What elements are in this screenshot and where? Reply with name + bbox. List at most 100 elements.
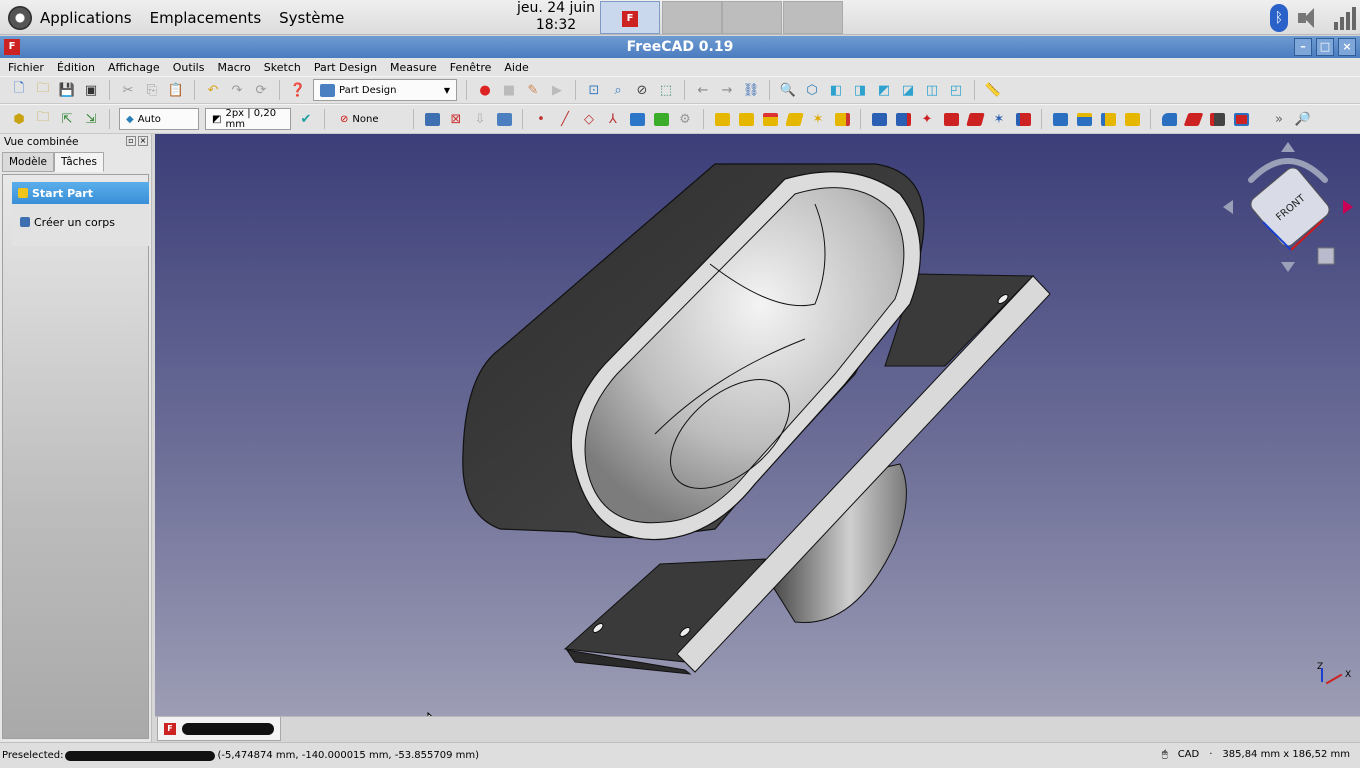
- link-icon[interactable]: ⛓: [742, 81, 760, 99]
- measure-icon[interactable]: 📏: [984, 81, 1002, 99]
- taskbar-button-3[interactable]: [722, 1, 782, 34]
- left-view-icon[interactable]: ◰: [947, 81, 965, 99]
- menu-edition[interactable]: Édition: [57, 61, 95, 74]
- menu-places[interactable]: Emplacements: [150, 9, 262, 27]
- 3d-view[interactable]: FRONT Z X: [155, 134, 1360, 716]
- subtractive-loft-icon[interactable]: [942, 110, 960, 128]
- groove-icon[interactable]: ✦: [918, 110, 936, 128]
- bluetooth-icon[interactable]: ᛒ: [1270, 4, 1288, 32]
- taskbar-button-2[interactable]: [662, 1, 722, 34]
- create-body-link[interactable]: Créer un corps: [12, 204, 149, 240]
- local-cs-icon[interactable]: ⅄: [604, 110, 622, 128]
- subshape-binder-icon[interactable]: [652, 110, 670, 128]
- mirrored-icon[interactable]: [1051, 110, 1069, 128]
- paste-icon[interactable]: 📋: [167, 81, 185, 99]
- fit-all-icon[interactable]: ⊡: [585, 81, 603, 99]
- additive-helix-icon[interactable]: ✶: [809, 110, 827, 128]
- taskbar-button-4[interactable]: [783, 1, 843, 34]
- menu-sketch[interactable]: Sketch: [264, 61, 301, 74]
- additive-pipe-icon[interactable]: [784, 110, 804, 128]
- subtractive-pipe-icon[interactable]: [965, 110, 985, 128]
- nav-right-icon[interactable]: [1343, 200, 1353, 214]
- edit-macro-icon[interactable]: ✎: [524, 81, 542, 99]
- additive-primitive-icon[interactable]: [833, 110, 851, 128]
- taskbar-freecad-button[interactable]: F: [600, 1, 660, 34]
- menu-macro[interactable]: Macro: [217, 61, 250, 74]
- draft-icon[interactable]: [1208, 110, 1226, 128]
- hole-icon[interactable]: [894, 110, 912, 128]
- bottom-view-icon[interactable]: ◫: [923, 81, 941, 99]
- gnome-logo-icon[interactable]: [8, 5, 32, 30]
- menu-fichier[interactable]: Fichier: [8, 61, 44, 74]
- front-view-icon[interactable]: ◧: [827, 81, 845, 99]
- menu-applications[interactable]: Applications: [40, 9, 132, 27]
- draw-style-icon[interactable]: ⊘: [633, 81, 651, 99]
- toolbar-overflow-icon[interactable]: »: [1270, 110, 1288, 128]
- nav-left-icon[interactable]: [1223, 200, 1233, 214]
- top-view-icon[interactable]: ◨: [851, 81, 869, 99]
- additive-loft-icon[interactable]: [761, 110, 779, 128]
- linear-pattern-icon[interactable]: [1075, 110, 1093, 128]
- multi-transform-icon[interactable]: [1123, 110, 1141, 128]
- back-arrow-icon[interactable]: ←: [694, 81, 712, 99]
- undock-icon[interactable]: ▫: [126, 136, 136, 146]
- sketch-icon[interactable]: ⊠: [447, 110, 465, 128]
- subtractive-primitive-icon[interactable]: [1014, 110, 1032, 128]
- draw-style-selector[interactable]: ◆ Auto: [119, 108, 199, 130]
- pad-icon[interactable]: [713, 110, 731, 128]
- save-as-icon[interactable]: ▣: [82, 81, 100, 99]
- fit-selection-icon[interactable]: ⌕: [609, 81, 627, 99]
- stop-macro-icon[interactable]: ■: [500, 81, 518, 99]
- forward-arrow-icon[interactable]: →: [718, 81, 736, 99]
- refresh-icon[interactable]: ⟳: [252, 81, 270, 99]
- close-icon[interactable]: ×: [1338, 38, 1356, 56]
- workbench-selector[interactable]: Part Design ▼: [313, 79, 457, 101]
- menu-part-design[interactable]: Part Design: [314, 61, 377, 74]
- navigation-cube[interactable]: FRONT: [1223, 142, 1353, 272]
- datum-plane-icon[interactable]: ◇: [580, 110, 598, 128]
- fillet-icon[interactable]: [1160, 110, 1178, 128]
- cut-icon[interactable]: ✂: [119, 81, 137, 99]
- menu-fenetre[interactable]: Fenêtre: [450, 61, 492, 74]
- right-view-icon[interactable]: ◩: [875, 81, 893, 99]
- volume-icon[interactable]: [1298, 7, 1324, 29]
- dock-close-icon[interactable]: ×: [138, 136, 148, 146]
- start-part-header[interactable]: Start Part: [12, 182, 149, 204]
- sketch-line-icon[interactable]: ✔: [297, 110, 315, 128]
- line-width-selector[interactable]: ◩ 2px | 0,20 mm: [205, 108, 291, 130]
- redo-icon[interactable]: ↷: [228, 81, 246, 99]
- link-actions-icon[interactable]: ⇲: [82, 110, 100, 128]
- rear-view-icon[interactable]: ◪: [899, 81, 917, 99]
- clock[interactable]: jeu. 24 juin 18:32: [500, 0, 612, 34]
- navigation-style[interactable]: CAD: [1178, 749, 1200, 760]
- minimize-icon[interactable]: –: [1294, 38, 1312, 56]
- thickness-icon[interactable]: [1232, 110, 1250, 128]
- link-object-icon[interactable]: ⇱: [58, 110, 76, 128]
- network-signal-icon[interactable]: [1334, 6, 1356, 30]
- nav-up-icon[interactable]: [1281, 142, 1295, 152]
- maximize-icon[interactable]: □: [1316, 38, 1334, 56]
- menu-system[interactable]: Système: [279, 9, 344, 27]
- inspect-icon[interactable]: 🔎: [1294, 110, 1312, 128]
- nav-down-icon[interactable]: [1281, 262, 1295, 272]
- tab-model[interactable]: Modèle: [2, 152, 54, 172]
- save-icon[interactable]: 💾: [58, 81, 76, 99]
- polar-pattern-icon[interactable]: [1099, 110, 1117, 128]
- body-icon[interactable]: [423, 110, 441, 128]
- new-document-icon[interactable]: 🗋: [10, 81, 28, 99]
- map-sketch-icon[interactable]: [495, 110, 513, 128]
- datum-point-icon[interactable]: •: [532, 110, 550, 128]
- bounding-box-icon[interactable]: ⬚: [657, 81, 675, 99]
- undo-icon[interactable]: ↶: [204, 81, 222, 99]
- menu-outils[interactable]: Outils: [173, 61, 205, 74]
- part-icon[interactable]: ⬢: [10, 110, 28, 128]
- menu-measure[interactable]: Measure: [390, 61, 437, 74]
- isometric-view-icon[interactable]: ⬡: [803, 81, 821, 99]
- datum-line-icon[interactable]: ╱: [556, 110, 574, 128]
- clone-icon[interactable]: ⚙: [676, 110, 694, 128]
- nav-cube-menu-icon[interactable]: [1317, 247, 1335, 265]
- tab-tasks[interactable]: Tâches: [54, 152, 104, 172]
- subtractive-helix-icon[interactable]: ✶: [990, 110, 1008, 128]
- copy-icon[interactable]: ⎘: [143, 81, 161, 99]
- chamfer-icon[interactable]: [1183, 110, 1203, 128]
